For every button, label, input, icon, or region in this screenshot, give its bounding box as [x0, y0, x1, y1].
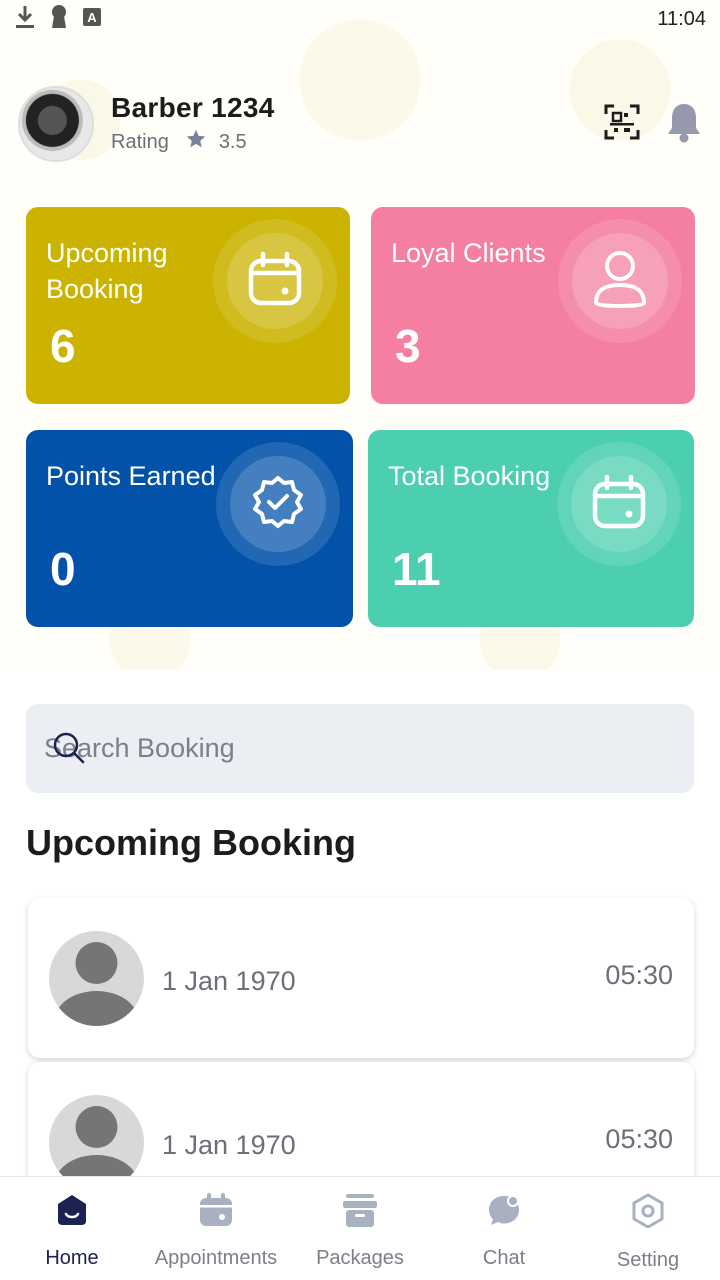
card-label: Upcoming Booking	[46, 238, 168, 304]
booking-time: 05:30	[605, 1124, 673, 1154]
status-time: 11:04	[657, 7, 706, 30]
home-icon	[56, 1193, 88, 1231]
search-input[interactable]	[26, 704, 694, 793]
rating-row: Rating 3.5	[111, 128, 275, 156]
star-icon	[185, 128, 207, 156]
package-icon	[343, 1193, 377, 1231]
user-info: Barber 1234 Rating 3.5	[111, 92, 275, 156]
calendar-icon	[247, 251, 303, 311]
card-value: 3	[395, 320, 421, 372]
nav-label: Packages	[316, 1247, 404, 1269]
settings-icon	[631, 1193, 665, 1233]
section-title: Upcoming Booking	[26, 822, 356, 863]
rating-label: Rating	[111, 130, 169, 153]
rating-value: 3.5	[218, 130, 247, 153]
user-name: Barber 1234	[111, 92, 275, 123]
card-loyal-clients[interactable]: Loyal Clients 3	[371, 207, 695, 404]
nav-item-setting[interactable]: Setting	[576, 1177, 720, 1280]
calendar-icon	[199, 1193, 233, 1231]
nav-label: Chat	[482, 1247, 526, 1269]
card-icon-ring	[213, 219, 337, 343]
card-icon-ring	[557, 442, 681, 566]
booking-date: 1 Jan 1970	[162, 1130, 296, 1160]
verified-badge-icon	[251, 475, 305, 533]
booking-card[interactable]: 1 Jan 1970 05:30	[28, 898, 694, 1058]
nav-item-chat[interactable]: Chat	[432, 1177, 576, 1280]
a-box-icon: A	[82, 7, 102, 31]
booking-time: 05:30	[605, 960, 673, 990]
header-actions	[604, 101, 702, 147]
card-value: 11	[392, 543, 441, 595]
profile-header: Barber 1234 Rating 3.5	[18, 86, 702, 162]
card-value: 6	[50, 320, 76, 372]
search-bar[interactable]	[26, 704, 694, 793]
search-icon	[52, 731, 86, 769]
avatar	[49, 931, 144, 1026]
nav-item-home[interactable]: Home	[0, 1177, 144, 1280]
download-icon	[14, 4, 36, 34]
keyhole-icon	[50, 4, 68, 34]
qr-scan-icon[interactable]	[604, 104, 640, 144]
nav-label: Home	[45, 1247, 99, 1269]
card-label: Loyal Clients	[391, 238, 546, 268]
card-total-booking[interactable]: Total Booking 11	[368, 430, 694, 627]
nav-label: Appointments	[154, 1247, 278, 1269]
card-label: Points Earned	[46, 461, 216, 491]
card-value: 0	[50, 543, 76, 595]
nav-label: Setting	[616, 1249, 680, 1271]
card-points-earned[interactable]: Points Earned 0	[26, 430, 353, 627]
nav-item-appointments[interactable]: Appointments	[144, 1177, 288, 1280]
card-icon-ring	[216, 442, 340, 566]
user-icon	[592, 249, 648, 313]
bottom-nav: Home Appointments Packages Chat Setting	[0, 1176, 720, 1280]
card-icon-ring	[558, 219, 682, 343]
nav-item-packages[interactable]: Packages	[288, 1177, 432, 1280]
avatar[interactable]	[18, 86, 94, 162]
booking-date: 1 Jan 1970	[162, 966, 296, 996]
calendar-icon	[591, 474, 647, 534]
bell-icon[interactable]	[666, 101, 702, 147]
card-label: Total Booking	[388, 461, 551, 491]
card-upcoming-booking[interactable]: Upcoming Booking 6	[26, 207, 350, 404]
chat-icon	[487, 1193, 521, 1231]
svg-text:A: A	[87, 10, 97, 25]
status-bar: A 11:04	[0, 0, 720, 38]
